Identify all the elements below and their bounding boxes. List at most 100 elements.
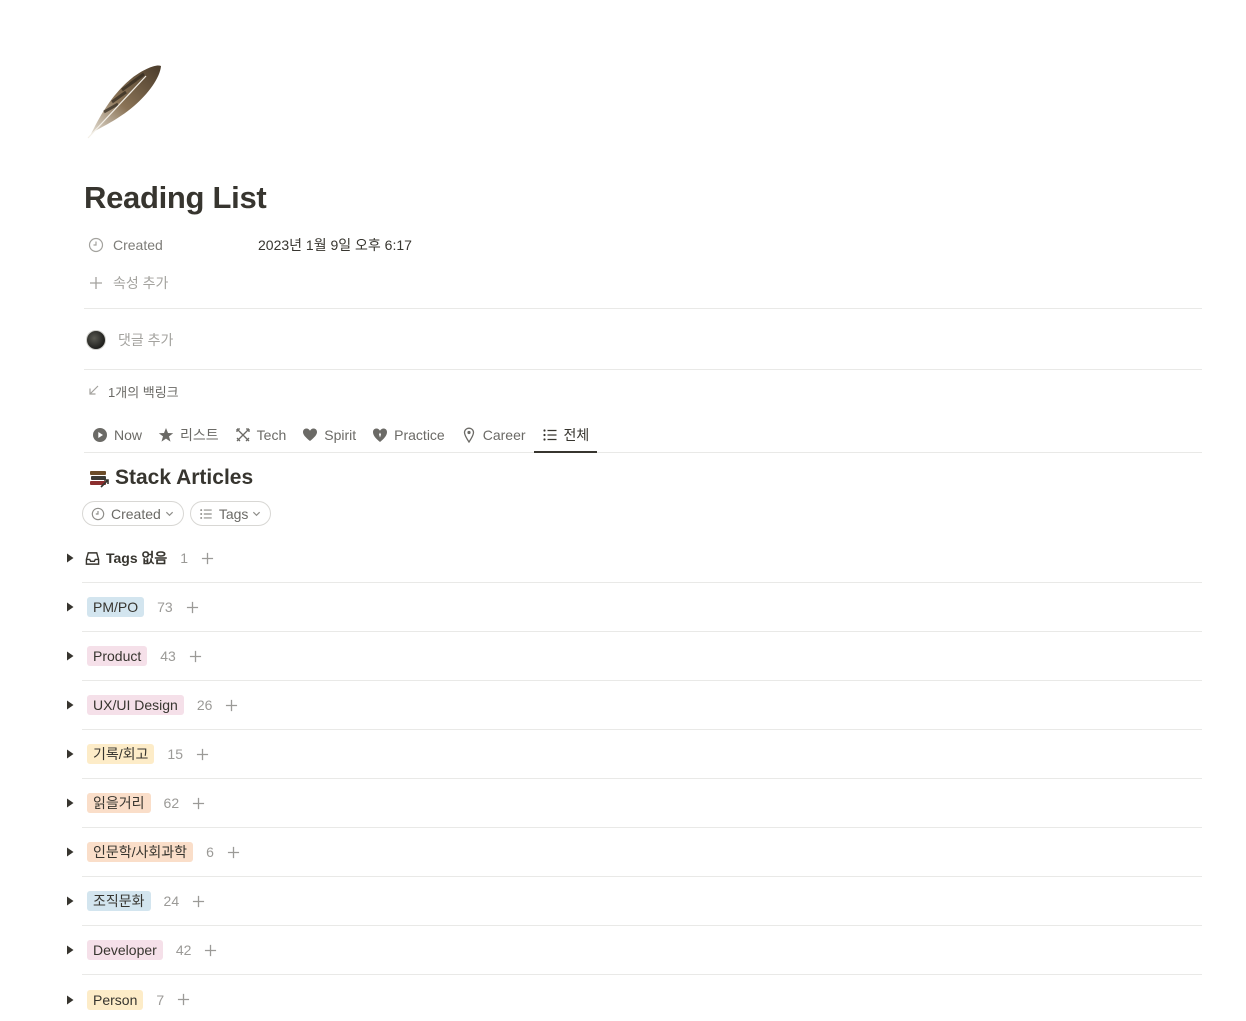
tab-label: Career — [482, 427, 526, 443]
group-tag[interactable]: UX/UI Design — [87, 695, 184, 715]
group-tag[interactable]: Developer — [87, 940, 163, 960]
group-tag[interactable]: Person — [87, 989, 144, 1010]
property-created-value[interactable]: 2023년 1월 9일 오후 6:17 — [258, 235, 412, 255]
group-row: 기록/회고 15 — [67, 730, 1202, 779]
add-icon[interactable] — [186, 601, 199, 614]
toggle-triangle-icon[interactable] — [64, 895, 76, 907]
group-row: 조직문화 24 — [67, 877, 1202, 926]
group-label-text: Tags 없음 — [106, 550, 168, 566]
list-icon — [199, 507, 213, 521]
add-icon[interactable] — [196, 748, 209, 761]
view-tabs: Now 리스트 Tech Spirit Practice Career 전체 — [84, 418, 1202, 453]
filter-bar: Created Tags — [82, 501, 272, 526]
filter-label: Tags — [218, 505, 249, 522]
tab-spirit[interactable]: Spirit — [294, 418, 364, 452]
add-icon[interactable] — [192, 895, 205, 908]
property-created-label: Created — [113, 237, 163, 253]
clock-icon — [86, 235, 106, 255]
filter-created[interactable]: Created — [82, 501, 184, 526]
tab-label: Tech — [256, 427, 287, 443]
group-tag[interactable]: 기록/회고 — [87, 744, 155, 764]
toggle-triangle-icon[interactable] — [64, 944, 76, 956]
toggle-triangle-icon[interactable] — [64, 552, 76, 564]
tab-tech[interactable]: Tech — [227, 418, 295, 452]
tab-label: 리스트 — [180, 427, 219, 443]
add-icon[interactable] — [189, 650, 202, 663]
group-tag[interactable]: 조직문화 — [87, 891, 151, 911]
group-row: Person 7 — [67, 975, 1202, 1021]
group-list: Tags 없음 1 PM/PO 73 Product 43 UX/UI Desi… — [60, 534, 1202, 1021]
group-count: 73 — [157, 599, 173, 615]
group-row: Tags 없음 1 — [67, 534, 1202, 583]
filter-tags[interactable]: Tags — [189, 501, 272, 526]
group-row: PM/PO 73 — [67, 583, 1202, 632]
add-icon[interactable] — [192, 797, 205, 810]
page-title[interactable]: Reading List — [84, 180, 267, 216]
tab-career[interactable]: Career — [453, 418, 534, 452]
group-count: 62 — [163, 795, 180, 811]
group-count: 42 — [175, 942, 192, 958]
star-icon — [158, 427, 174, 443]
group-label-no-tags[interactable]: Tags 없음 — [85, 548, 167, 568]
plus-icon — [86, 273, 106, 293]
property-created-name[interactable]: Created — [86, 235, 258, 255]
group-row: Product 43 — [67, 632, 1202, 681]
inbox-icon — [85, 551, 100, 566]
heart-icon — [302, 427, 318, 443]
feather-icon[interactable] — [84, 60, 164, 140]
divider — [84, 308, 1202, 309]
clock-icon — [91, 507, 105, 521]
tab-all[interactable]: 전체 — [533, 418, 598, 453]
view-title[interactable]: Stack Articles — [88, 462, 253, 494]
group-count: 7 — [156, 991, 165, 1008]
group-row: 읽을거리 62 — [67, 779, 1202, 828]
group-count: 15 — [167, 746, 183, 762]
toggle-triangle-icon[interactable] — [64, 994, 76, 1006]
group-count: 6 — [206, 844, 214, 860]
map-pin-icon — [461, 427, 477, 443]
group-tag[interactable]: 읽을거리 — [87, 793, 151, 813]
heart-shield-icon — [372, 427, 388, 443]
arrow-down-left-icon — [88, 384, 100, 399]
chevron-down-icon — [252, 509, 261, 518]
group-count: 1 — [180, 550, 189, 566]
add-icon[interactable] — [225, 699, 238, 712]
backlinks-label: 1개의 백링크 — [108, 384, 179, 400]
group-row: Developer 42 — [67, 926, 1202, 975]
view-title-label: Stack Articles — [115, 466, 254, 489]
tab-label: Practice — [394, 427, 445, 443]
group-tag[interactable]: 인문학/사회과학 — [87, 842, 194, 862]
divider — [84, 369, 1202, 370]
add-icon[interactable] — [227, 846, 240, 859]
group-row: UX/UI Design 26 — [67, 681, 1202, 730]
group-count: 24 — [163, 893, 180, 909]
crossed-swords-icon — [235, 427, 251, 443]
add-comment-row[interactable]: 댓글 추가 — [86, 327, 173, 353]
group-tag[interactable]: Product — [87, 646, 148, 666]
filter-label: Created — [111, 505, 161, 522]
group-tag[interactable]: PM/PO — [87, 597, 145, 617]
toggle-triangle-icon[interactable] — [64, 699, 76, 711]
tab-list[interactable]: 리스트 — [150, 418, 227, 452]
add-icon[interactable] — [204, 944, 217, 957]
toggle-triangle-icon[interactable] — [64, 601, 76, 613]
tab-label: 전체 — [563, 427, 590, 443]
toggle-triangle-icon[interactable] — [64, 650, 76, 662]
add-icon[interactable] — [177, 993, 190, 1006]
toggle-triangle-icon[interactable] — [64, 797, 76, 809]
add-comment-input[interactable]: 댓글 추가 — [118, 330, 173, 350]
tab-practice[interactable]: Practice — [364, 418, 453, 452]
group-row: 인문학/사회과학 6 — [67, 828, 1202, 877]
toggle-triangle-icon[interactable] — [64, 846, 76, 858]
chevron-down-icon — [165, 509, 174, 518]
backlinks-button[interactable]: 1개의 백링크 — [88, 380, 179, 402]
group-count: 26 — [196, 697, 213, 713]
toggle-triangle-icon[interactable] — [64, 748, 76, 760]
add-icon[interactable] — [201, 552, 214, 565]
stacked-books-icon — [88, 467, 110, 489]
list-icon — [542, 427, 558, 443]
tab-now[interactable]: Now — [84, 418, 150, 452]
add-property-button[interactable]: 속성 추가 — [86, 269, 258, 297]
avatar — [86, 330, 106, 350]
property-created: Created 2023년 1월 9일 오후 6:17 — [86, 231, 412, 259]
